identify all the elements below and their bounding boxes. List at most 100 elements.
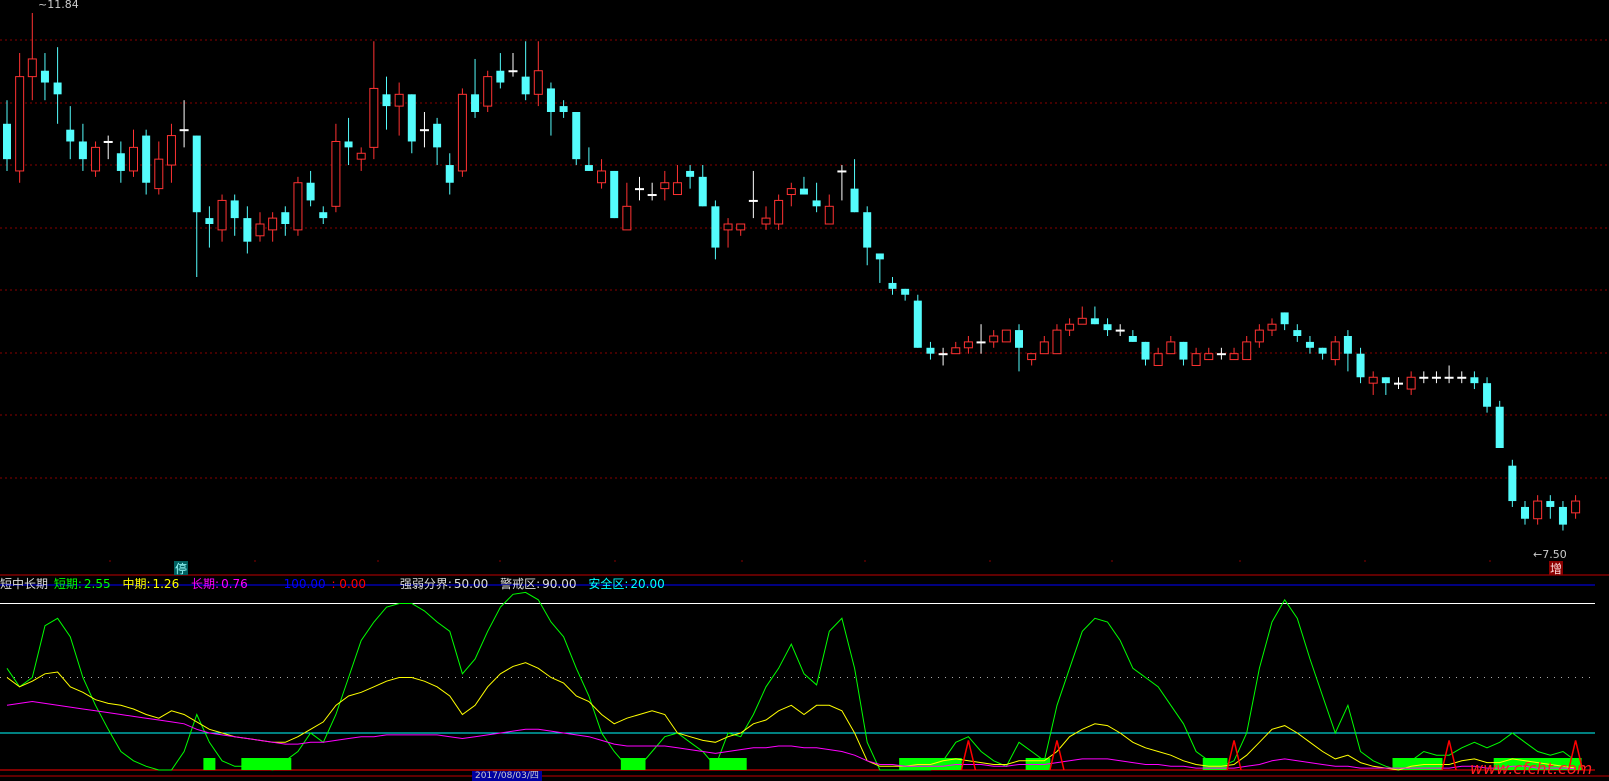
warn-label: 警戒区: — [500, 577, 541, 591]
signal-peaks: www.cfcht.com — [960, 740, 1592, 778]
candle-body — [761, 217, 771, 225]
candle-body — [1242, 341, 1252, 361]
candle-body — [1204, 353, 1214, 361]
candle-body — [1546, 501, 1555, 507]
candle-body — [356, 152, 366, 160]
price-labels: ~11.84 ←7.50 停 增 — [38, 0, 1567, 576]
candle-body — [584, 165, 593, 171]
candle-body — [1368, 376, 1378, 384]
candle-body — [888, 282, 897, 289]
candle-body — [647, 194, 657, 197]
candle-body — [597, 170, 607, 184]
candle-body — [1533, 500, 1543, 520]
candle-body — [344, 141, 353, 148]
candle-body — [129, 146, 138, 172]
safe-label: 安全区: — [588, 577, 629, 591]
candle-body — [774, 199, 784, 225]
candle-body — [1431, 376, 1441, 379]
candle-body — [1470, 377, 1479, 384]
candle-body — [1394, 382, 1403, 385]
candle-body — [686, 170, 695, 177]
candle-body — [1141, 341, 1150, 360]
candle-body — [331, 140, 341, 207]
candle-body — [901, 288, 910, 295]
candle-body — [319, 212, 328, 219]
watermark: www.cfcht.com — [1470, 759, 1592, 778]
long-value: 0.76 — [221, 577, 248, 591]
candle-body — [179, 129, 189, 132]
candle-body — [1406, 376, 1416, 390]
increase-marker: 增 — [1550, 562, 1562, 576]
candle-body — [166, 135, 176, 166]
candle-body — [116, 153, 125, 171]
candle-body — [1508, 465, 1517, 502]
high-price-label: ~11.84 — [38, 0, 79, 11]
candle-body — [394, 93, 404, 107]
candle-body — [230, 200, 239, 219]
warn-value: 90.00 — [542, 577, 577, 591]
candle-body — [1001, 329, 1011, 343]
candle-body — [622, 205, 632, 231]
candle-body — [1356, 353, 1365, 378]
candle-body — [382, 94, 391, 107]
short-value: 2.55 — [83, 577, 111, 591]
candle-body — [1191, 353, 1201, 366]
candle-body — [1444, 376, 1454, 379]
upper-value: 100.00 — [283, 577, 326, 591]
candle-body — [433, 123, 442, 148]
candle-body — [1495, 406, 1504, 448]
candle-body — [1128, 336, 1137, 342]
candle-body — [243, 218, 252, 242]
signal-peak — [960, 740, 977, 771]
safe-value: 20.00 — [630, 577, 665, 591]
candle-body — [989, 335, 999, 343]
candle-body — [306, 182, 315, 201]
candle-body — [1027, 353, 1037, 361]
candle-body — [559, 106, 568, 112]
candle-body — [154, 158, 164, 190]
long-label: 长期: — [191, 577, 220, 591]
candle-body — [91, 146, 101, 172]
candle-body — [698, 176, 707, 207]
candle-body — [951, 347, 961, 355]
candle-body — [103, 140, 113, 143]
chart-canvas: ~11.84 ←7.50 停 增 www.cfcht.com — [0, 0, 1609, 778]
series-line — [6, 662, 1576, 771]
candle-body — [546, 88, 555, 112]
highlighted-date: 2017/08/03/四 — [472, 771, 542, 781]
candle-body — [217, 199, 227, 231]
candle-body — [1103, 324, 1112, 331]
candle-body — [1090, 318, 1099, 325]
candle-body — [1077, 317, 1087, 325]
candle-body — [205, 218, 214, 224]
candle-body — [748, 199, 758, 202]
candle-body — [1571, 500, 1581, 514]
candle-body — [1179, 341, 1188, 360]
candle-body — [533, 70, 543, 95]
candlestick-series — [3, 12, 1581, 531]
candle-body — [938, 353, 948, 356]
candle-body — [1558, 506, 1567, 525]
candle-body — [142, 135, 151, 183]
candle-body — [192, 135, 201, 213]
candle-body — [837, 170, 847, 173]
candle-body — [1153, 353, 1163, 366]
candle-body — [281, 212, 290, 224]
candle-body — [457, 93, 467, 172]
candle-body — [521, 76, 530, 95]
candle-body — [736, 223, 746, 231]
candle-body — [293, 182, 303, 231]
candle-body — [369, 87, 379, 148]
candle-body — [635, 188, 644, 191]
candle-body — [1318, 347, 1327, 354]
candle-body — [1343, 336, 1352, 354]
candle-body — [976, 341, 986, 344]
candle-body — [27, 58, 37, 78]
candle-body — [963, 341, 973, 349]
candle-body — [40, 70, 49, 83]
indicator-name: 短中长期 — [0, 577, 49, 591]
candle-body — [1254, 329, 1264, 343]
candle-body — [1381, 377, 1390, 384]
candle-body — [1305, 341, 1314, 348]
candle-body — [812, 200, 821, 207]
